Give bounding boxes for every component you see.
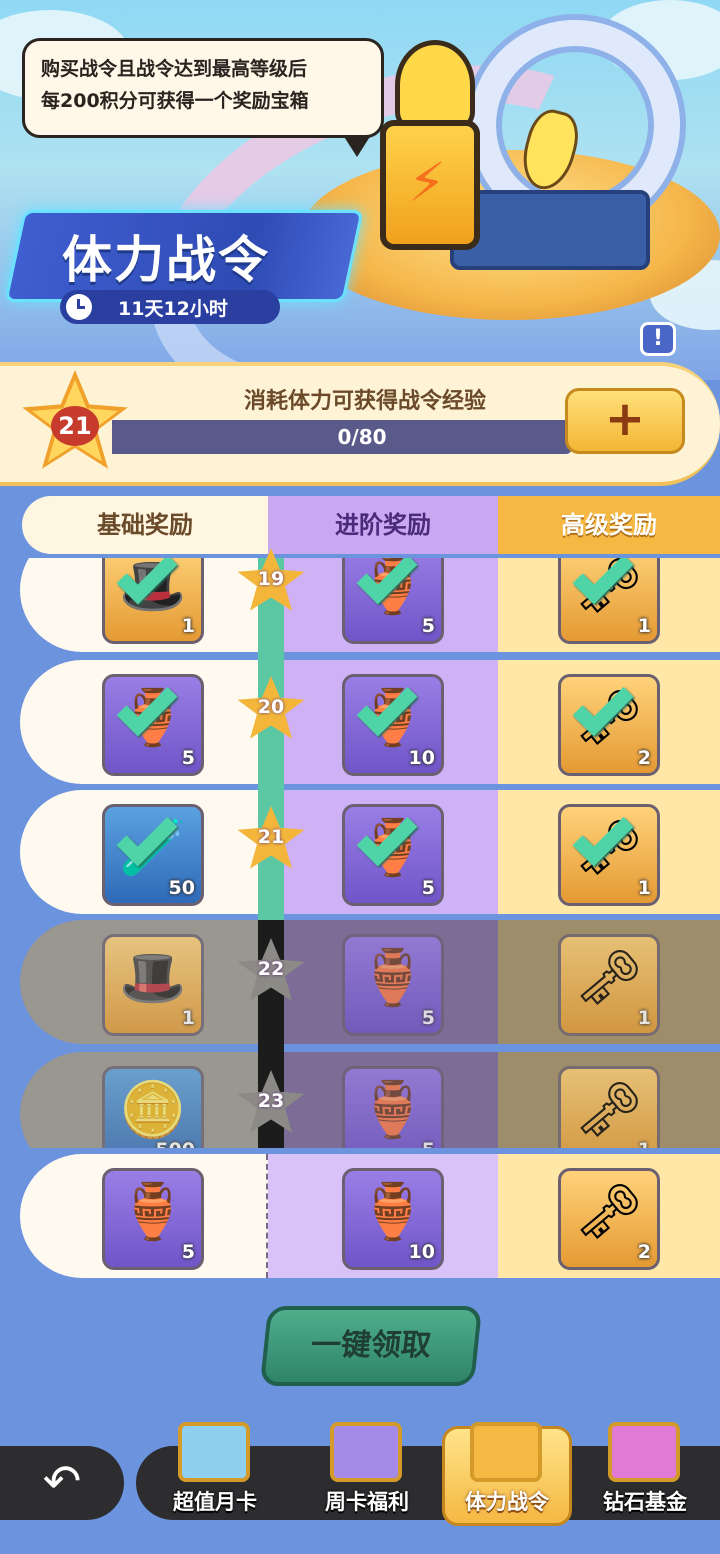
lightning-icon: ⚡	[408, 151, 446, 214]
nav-tab[interactable]: 周卡福利	[302, 1418, 432, 1528]
premium-reward-item[interactable]: 🗝 2	[558, 674, 660, 776]
nav-tab-label: 体力战令	[465, 1490, 549, 1514]
final-reward-row[interactable]: 🏺 5 🏺 10 🗝 2	[20, 1154, 720, 1278]
column-header-basic: 基础奖励	[22, 496, 268, 554]
premium-reward-item[interactable]: 🗝1	[558, 558, 660, 644]
countdown-timer: 11天12小时	[60, 290, 280, 324]
battery-mascot: ⚡	[380, 120, 480, 250]
reward-row[interactable]: 🧪 50 🏺 5 🗝 1	[20, 790, 720, 914]
reward-count: 5	[421, 615, 435, 637]
gold-coin-icon: 🪙	[119, 1078, 187, 1141]
speech-line: 购买战令且战令达到最高等级后	[41, 58, 308, 80]
reward-count: 1	[181, 615, 195, 637]
nav-tab-label: 超值月卡	[173, 1490, 257, 1514]
reward-count: 1	[181, 1007, 195, 1029]
nav-tab-label: 钻石基金	[603, 1490, 687, 1514]
premium-reward-item[interactable]: 🗝1	[558, 804, 660, 906]
premium-reward-item[interactable]: 🗝 2	[558, 1168, 660, 1270]
reward-count: 5	[422, 1139, 435, 1148]
column-header-advanced: 进阶奖励	[268, 496, 498, 554]
progress-text: 0/80	[337, 425, 387, 449]
spirit-pot-icon: 🏺	[359, 1078, 427, 1141]
trophy-icon	[470, 1422, 542, 1482]
reward-row[interactable]: 🪙500 🏺5 🗝1	[20, 1052, 720, 1148]
advanced-reward-item[interactable]: 🏺 10	[342, 1168, 444, 1270]
column-header-premium: 高级奖励	[498, 496, 720, 554]
reward-list[interactable]: 🎩1🏺5🗝1🏺5🏺10🗝2🧪50🏺5🗝1🎩1🏺5🗝1🪙500🏺5🗝1	[0, 558, 720, 1148]
reward-count: 1	[638, 1139, 651, 1148]
speech-line: 每200积分可获得一个奖励宝箱	[41, 90, 309, 112]
reward-row[interactable]: 🎩 1 🏺 5 🗝 1	[20, 558, 720, 652]
reward-row[interactable]: 🎩 1 🏺 5 🗝 1	[20, 920, 720, 1044]
advanced-reward-item[interactable]: 🏺5	[342, 804, 444, 906]
claim-all-button[interactable]: 一键领取	[259, 1306, 483, 1386]
reward-count: 5	[421, 1007, 435, 1029]
reward-count: 5	[181, 1241, 195, 1263]
reward-count: 50	[168, 877, 195, 899]
advanced-reward-item[interactable]: 🏺5	[342, 1066, 444, 1148]
spirit-pot-icon: 🏺	[359, 946, 427, 1009]
buy-exp-plus-button[interactable]: +	[565, 388, 685, 454]
premium-reward-item[interactable]: 🗝1	[558, 934, 660, 1036]
nav-tab[interactable]: 超值月卡	[150, 1418, 280, 1528]
basic-reward-item[interactable]: 🎩 1	[102, 558, 204, 644]
basic-reward-item[interactable]: 🧪 50	[102, 804, 204, 906]
advanced-reward-item[interactable]: 🏺 10	[342, 674, 444, 776]
reward-count: 1	[637, 877, 651, 899]
reward-count: 10	[408, 747, 435, 769]
reward-count: 1	[637, 1007, 651, 1029]
monthly-card-icon	[178, 1422, 250, 1482]
basic-reward-item[interactable]: 🏺 5	[102, 1168, 204, 1270]
premium-reward-item[interactable]: 🗝1	[558, 1066, 660, 1148]
spirit-pot-icon: 🏺	[359, 1180, 427, 1243]
star-key-icon: 🗝	[574, 1078, 644, 1141]
page-title: 体力战令	[62, 231, 270, 289]
reward-count: 10	[408, 1241, 435, 1263]
reward-count: 500	[155, 1139, 195, 1148]
progress-caption: 消耗体力可获得战令经验	[243, 389, 486, 414]
speech-bubble: 购买战令且战令达到最高等级后 每200积分可获得一个奖励宝箱	[22, 38, 384, 157]
reward-count: 1	[637, 615, 651, 637]
weekly-card-icon	[330, 1422, 402, 1482]
machine-decoration	[450, 190, 650, 270]
nav-tab[interactable]: 体力战令	[442, 1418, 572, 1528]
countdown-text: 11天12小时	[118, 297, 228, 320]
star-key-icon: 🗝	[574, 946, 644, 1009]
diamond-bag-icon	[608, 1422, 680, 1482]
nav-tab[interactable]: 钻石基金	[580, 1418, 710, 1528]
reward-count: 5	[421, 877, 435, 899]
basic-reward-item[interactable]: 🪙500	[102, 1066, 204, 1148]
back-button[interactable]: ↶	[0, 1446, 124, 1520]
advanced-reward-item[interactable]: 🏺5	[342, 934, 444, 1036]
advanced-reward-item[interactable]: 🏺5	[342, 558, 444, 644]
info-button[interactable]: !	[640, 322, 676, 356]
reward-count: 2	[637, 1241, 651, 1263]
basic-reward-item[interactable]: 🎩 1	[102, 934, 204, 1036]
basic-reward-item[interactable]: 🏺 5	[102, 674, 204, 776]
nav-tab-label: 周卡福利	[325, 1490, 409, 1514]
star-key-icon: 🗝	[574, 1180, 644, 1243]
track-dash	[266, 1154, 268, 1278]
reward-count: 5	[181, 747, 195, 769]
reward-row[interactable]: 🏺 5 🏺 10 🗝 2	[20, 660, 720, 784]
spirit-pot-icon: 🏺	[119, 1180, 187, 1243]
reward-count: 2	[637, 747, 651, 769]
clock-icon	[66, 294, 92, 320]
mascot-hair	[395, 40, 475, 130]
current-level: 21	[51, 406, 99, 446]
hat-chest-icon: 🎩	[119, 946, 187, 1009]
level-track-fill	[258, 558, 284, 920]
